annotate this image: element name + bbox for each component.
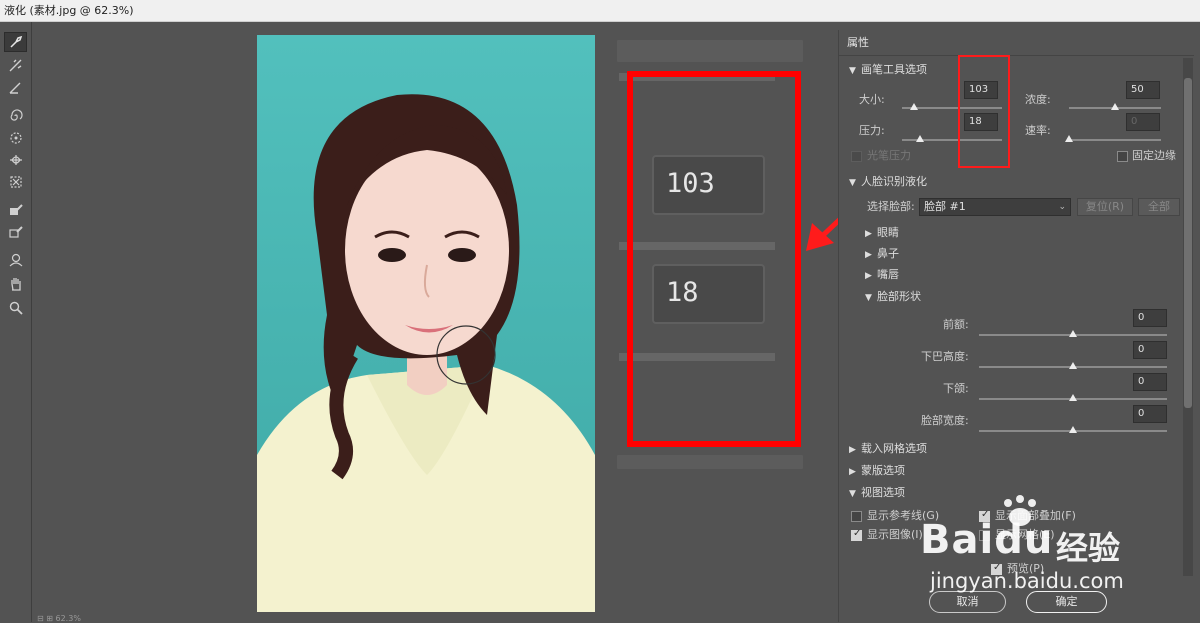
pin-edges-checkbox[interactable]: [1117, 151, 1128, 162]
scrollbar-thumb[interactable]: [1184, 78, 1192, 408]
hand-tool-icon[interactable]: [4, 274, 27, 294]
portrait-photo[interactable]: [257, 35, 595, 612]
jawline-input[interactable]: 0: [1133, 373, 1167, 391]
load-mesh-header[interactable]: ▶ 载入网格选项: [839, 439, 927, 459]
forehead-input[interactable]: 0: [1133, 309, 1167, 327]
forehead-slider-thumb[interactable]: [1069, 330, 1077, 337]
density-input[interactable]: 50: [1126, 81, 1160, 99]
forehead-label: 前额:: [943, 318, 969, 331]
freeze-mask-tool-icon[interactable]: [4, 200, 27, 220]
chin-height-slider-thumb[interactable]: [1069, 362, 1077, 369]
jawline-label: 下颌:: [943, 382, 969, 395]
thaw-mask-tool-icon[interactable]: [4, 222, 27, 242]
show-image-label: 显示图像(I): [867, 528, 923, 541]
panel-scrollbar[interactable]: [1183, 58, 1193, 576]
annotation-red-box: [627, 71, 801, 447]
rate-label: 速率:: [1025, 124, 1051, 137]
show-image-checkbox[interactable]: [851, 528, 862, 541]
brush-options-header[interactable]: ▼ 画笔工具选项: [839, 60, 927, 80]
nose-group-header[interactable]: ▶ 鼻子: [855, 244, 899, 264]
portrait-image: [257, 35, 595, 612]
chin-height-input[interactable]: 0: [1133, 341, 1167, 359]
face-width-label: 脸部宽度:: [921, 414, 969, 427]
rate-slider[interactable]: [1069, 139, 1161, 141]
window-title: 液化 (素材.jpg @ 62.3%): [0, 0, 1200, 22]
mask-options-header[interactable]: ▶ 蒙版选项: [839, 461, 905, 481]
baidu-jingyan-watermark: Baidu 经验 jingyan.baidu.com: [920, 495, 1160, 600]
tool-strip: [0, 22, 32, 622]
reconstruct-tool-icon[interactable]: [4, 56, 27, 76]
face-tool-icon[interactable]: [4, 250, 27, 270]
select-face-label: 选择脸部:: [867, 200, 915, 213]
all-button[interactable]: 全部: [1138, 198, 1180, 216]
face-aware-header[interactable]: ▼ 人脸识别液化: [839, 172, 927, 192]
annotation-red-rect: [958, 55, 1010, 168]
chevron-down-icon: ⌄: [1058, 202, 1066, 212]
face-width-input[interactable]: 0: [1133, 405, 1167, 423]
mouth-group-header[interactable]: ▶ 嘴唇: [855, 265, 899, 285]
density-label: 浓度:: [1025, 93, 1051, 106]
zoom-tool-icon[interactable]: [4, 298, 27, 318]
jawline-slider-thumb[interactable]: [1069, 394, 1077, 401]
watermark-brand: Baidu: [920, 517, 1054, 563]
pressure-slider-thumb[interactable]: [916, 135, 924, 142]
smooth-tool-icon[interactable]: [4, 78, 27, 98]
select-face-dropdown[interactable]: 脸部 #1 ⌄: [919, 198, 1071, 216]
rate-input[interactable]: 0: [1126, 113, 1160, 131]
watermark-url: jingyan.baidu.com: [930, 569, 1124, 593]
push-left-tool-icon[interactable]: [4, 172, 27, 192]
density-slider-thumb[interactable]: [1111, 103, 1119, 110]
panel-title: 属性: [839, 30, 1194, 56]
forward-warp-tool-icon[interactable]: [4, 32, 27, 52]
reset-button[interactable]: 复位(R): [1077, 198, 1133, 216]
bloat-tool-icon[interactable]: [4, 150, 27, 170]
stylus-pressure-checkbox[interactable]: [851, 151, 862, 162]
pressure-label: 压力:: [859, 124, 885, 137]
eyes-group-header[interactable]: ▶ 眼睛: [855, 223, 899, 243]
pin-edges-label: 固定边缘: [1132, 149, 1176, 162]
twirl-clockwise-tool-icon[interactable]: [4, 106, 27, 126]
face-width-slider-thumb[interactable]: [1069, 426, 1077, 433]
watermark-brand-cn: 经验: [1056, 529, 1121, 567]
size-slider-thumb[interactable]: [910, 103, 918, 110]
face-shape-header[interactable]: ▼ 脸部形状: [855, 287, 921, 307]
chin-height-label: 下巴高度:: [921, 350, 969, 363]
stylus-pressure-label: 光笔压力: [867, 149, 911, 162]
rate-slider-thumb[interactable]: [1065, 135, 1073, 142]
show-guides-checkbox[interactable]: [851, 511, 862, 522]
pucker-tool-icon[interactable]: [4, 128, 27, 148]
view-options-header[interactable]: ▼ 视图选项: [839, 483, 905, 503]
size-label: 大小:: [859, 93, 885, 106]
zoom-status: ⊟ ⊞ 62.3%: [37, 614, 81, 623]
